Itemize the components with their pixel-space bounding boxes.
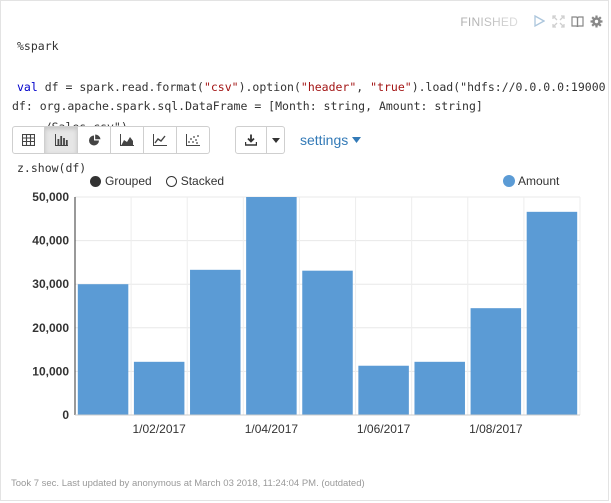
download-dropdown-button[interactable] — [267, 126, 285, 154]
paragraph-controls — [532, 14, 603, 28]
line-chart-icon — [153, 134, 167, 146]
y-tick-label: 0 — [62, 408, 69, 422]
bar — [246, 197, 297, 415]
line-chart-button[interactable] — [144, 126, 177, 154]
result-text: df: org.apache.spark.sql.DataFrame = [Mo… — [12, 99, 483, 113]
x-tick-label: 1/06/2017 — [357, 422, 411, 436]
bar — [133, 361, 185, 415]
area-chart-button[interactable] — [111, 126, 144, 154]
x-tick-label: 1/04/2017 — [245, 422, 299, 436]
bar — [190, 269, 241, 415]
y-tick-label: 40,000 — [32, 234, 69, 248]
bar-chart-icon — [54, 134, 68, 146]
x-tick-label: 1/02/2017 — [132, 422, 186, 436]
area-chart-icon — [120, 134, 134, 146]
pie-chart-icon — [88, 133, 100, 145]
caret-down-icon — [352, 137, 362, 143]
book-icon[interactable] — [570, 14, 584, 28]
bar — [470, 308, 522, 415]
bar-chart-button[interactable] — [45, 126, 78, 154]
caret-down-icon — [271, 137, 280, 143]
settings-toggle[interactable]: settings — [300, 132, 362, 148]
bar — [302, 270, 353, 415]
download-icon — [245, 134, 257, 146]
scatter-chart-button[interactable] — [177, 126, 210, 154]
run-icon[interactable] — [532, 14, 546, 28]
settings-label: settings — [300, 132, 349, 148]
y-tick-label: 50,000 — [32, 190, 69, 204]
code-line: %spark — [17, 39, 59, 53]
bar — [526, 211, 578, 415]
bar — [414, 361, 465, 415]
paragraph-footer: Took 7 sec. Last updated by anonymous at… — [11, 478, 365, 489]
x-tick-label: 1/08/2017 — [469, 422, 523, 436]
bar — [77, 284, 129, 415]
code-line: val df = spark.read.format("csv").option… — [17, 79, 606, 94]
bar-chart: 0 10,000 20,000 30,000 40,000 50,000 1/02/2017… — [32, 190, 581, 436]
download-group — [235, 126, 285, 154]
expand-icon[interactable] — [551, 14, 565, 28]
table-view-button[interactable] — [12, 126, 45, 154]
bar — [358, 365, 409, 415]
pie-chart-button[interactable] — [78, 126, 111, 154]
gear-icon[interactable] — [589, 14, 603, 28]
scatter-chart-icon — [186, 134, 200, 146]
y-tick-label: 10,000 — [32, 364, 69, 378]
table-icon — [22, 134, 35, 146]
y-tick-label: 30,000 — [32, 277, 69, 291]
download-button[interactable] — [235, 126, 267, 154]
visualization-toolbar — [12, 126, 210, 154]
code-line: z.show(df) — [17, 160, 87, 175]
y-tick-label: 20,000 — [32, 321, 69, 335]
